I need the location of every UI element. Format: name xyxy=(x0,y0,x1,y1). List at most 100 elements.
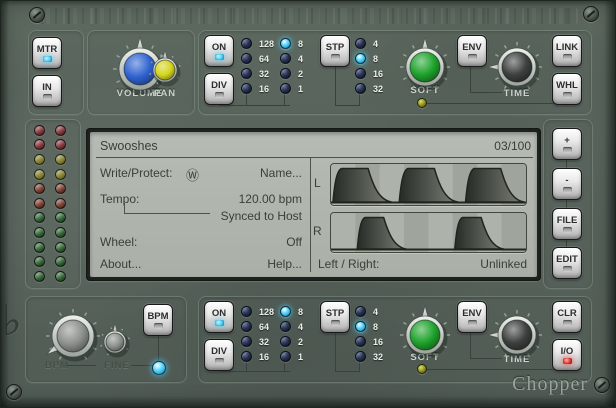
env-button-label: ENV xyxy=(462,309,482,318)
menu-item-help[interactable]: Help... xyxy=(150,257,302,271)
wheel-value[interactable]: Off xyxy=(150,235,302,249)
preset-minus-button[interactable]: - xyxy=(552,168,582,200)
division-led xyxy=(355,68,366,79)
led-row: 128 xyxy=(241,304,274,319)
div-button-led xyxy=(215,92,224,98)
meter-led-green xyxy=(34,271,45,282)
soft-knob-bottom[interactable] xyxy=(393,303,457,367)
division-value-label: 4 xyxy=(298,322,303,332)
division-led xyxy=(355,38,366,49)
screw-top-left xyxy=(29,7,45,23)
divider-led-column-2-top: 8 4 2 1 xyxy=(280,36,303,96)
link-button[interactable]: LINK xyxy=(552,35,582,67)
division-led xyxy=(241,351,252,362)
led-row: 16 xyxy=(355,66,383,81)
wire xyxy=(219,105,290,106)
division-led xyxy=(355,336,366,347)
tempo-value[interactable]: 120.00 bpm xyxy=(150,192,302,206)
preset-plus-label: + xyxy=(564,136,570,145)
led-row: 64 xyxy=(241,51,274,66)
div-button-bottom[interactable]: DIV xyxy=(204,339,234,371)
screw-top-right xyxy=(583,6,599,22)
on-button-bottom[interactable]: ON xyxy=(204,301,234,333)
edit-button[interactable]: EDIT xyxy=(552,247,582,279)
on-button-top[interactable]: ON xyxy=(204,35,234,67)
divider-led-column-2-bottom: 8421 xyxy=(280,304,303,364)
div-button-top[interactable]: DIV xyxy=(204,73,234,105)
led-row: 8 xyxy=(280,304,303,319)
stp-button-top[interactable]: STP xyxy=(320,35,350,67)
soft-knob-top[interactable] xyxy=(393,35,457,99)
pan-knob[interactable] xyxy=(142,47,188,93)
division-value-label: 64 xyxy=(259,322,269,332)
whl-button[interactable]: WHL xyxy=(552,73,582,105)
left-right-label: Left / Right: xyxy=(318,257,379,271)
stp-button-label: STP xyxy=(326,43,344,52)
led-row: 4 xyxy=(355,36,383,51)
stp-button-bottom[interactable]: STP xyxy=(320,301,350,333)
on-button-label: ON xyxy=(212,309,226,318)
bpm-button[interactable]: BPM xyxy=(143,304,173,336)
led-row: 32 xyxy=(241,334,274,349)
division-value-label: 8 xyxy=(373,322,378,332)
led-row: 32 xyxy=(355,349,383,364)
menu-item-name[interactable]: Name... xyxy=(150,166,302,180)
division-value-label: 4 xyxy=(298,54,303,64)
division-value-label: 32 xyxy=(259,337,269,347)
io-button[interactable]: I/O xyxy=(552,339,582,371)
stp-button-label: STP xyxy=(326,309,344,318)
preset-plus-button[interactable]: + xyxy=(552,128,582,160)
in-button[interactable]: IN xyxy=(32,75,62,107)
meter-led-rust xyxy=(34,198,45,209)
env-button-top[interactable]: ENV xyxy=(457,35,487,67)
division-led xyxy=(241,83,252,94)
meter-led-yellow xyxy=(34,154,45,165)
division-value-label: 1 xyxy=(298,352,303,362)
division-led xyxy=(241,53,252,64)
menu-item-about[interactable]: About... xyxy=(100,257,141,271)
led-row: 16 xyxy=(355,334,383,349)
division-led xyxy=(241,321,252,332)
link-button-led xyxy=(563,54,572,60)
clr-button[interactable]: CLR xyxy=(552,301,582,333)
env-button-bottom[interactable]: ENV xyxy=(457,301,487,333)
link-button-label: LINK xyxy=(556,43,578,52)
led-row: 1 xyxy=(280,349,303,364)
division-led xyxy=(280,336,291,347)
division-value-label: 4 xyxy=(373,39,378,49)
wheel-label: Wheel: xyxy=(100,235,137,249)
preset-plus-led xyxy=(563,147,572,153)
div-button-label: DIV xyxy=(211,81,227,90)
meter-led-yellow xyxy=(34,169,45,180)
soft-led-top xyxy=(417,98,427,108)
division-value-label: 8 xyxy=(298,39,303,49)
edit-button-label: EDIT xyxy=(556,255,578,264)
mtr-button[interactable]: MTR xyxy=(32,37,62,69)
meter-row xyxy=(34,167,66,182)
division-led xyxy=(355,83,366,94)
time-knob-top[interactable] xyxy=(485,35,549,99)
file-button[interactable]: FILE xyxy=(552,208,582,240)
file-button-label: FILE xyxy=(557,216,578,225)
level-meter xyxy=(34,123,66,284)
division-value-label: 1 xyxy=(298,84,303,94)
left-right-value[interactable]: Unlinked xyxy=(400,257,527,271)
time-knob-bottom[interactable] xyxy=(485,303,549,367)
screw-bottom-right xyxy=(594,377,610,393)
tempo-sync-value[interactable]: Synced to Host xyxy=(150,209,302,223)
stp-button-led xyxy=(331,54,340,60)
flat-symbol-decoration: ♭ xyxy=(2,296,22,345)
div-button-label: DIV xyxy=(211,347,227,356)
wire xyxy=(335,333,336,371)
led-row: 4 xyxy=(355,304,383,319)
preset-title[interactable]: Swooshes xyxy=(100,139,158,153)
meter-led-green xyxy=(34,227,45,238)
tempo-label: Tempo: xyxy=(100,192,139,206)
led-row: 16 xyxy=(241,349,274,364)
meter-row xyxy=(34,123,66,138)
fine-knob[interactable] xyxy=(93,320,137,364)
division-led xyxy=(280,83,291,94)
led-row: 2 xyxy=(280,66,303,81)
led-row: 4 xyxy=(280,51,303,66)
division-value-label: 32 xyxy=(259,69,269,79)
